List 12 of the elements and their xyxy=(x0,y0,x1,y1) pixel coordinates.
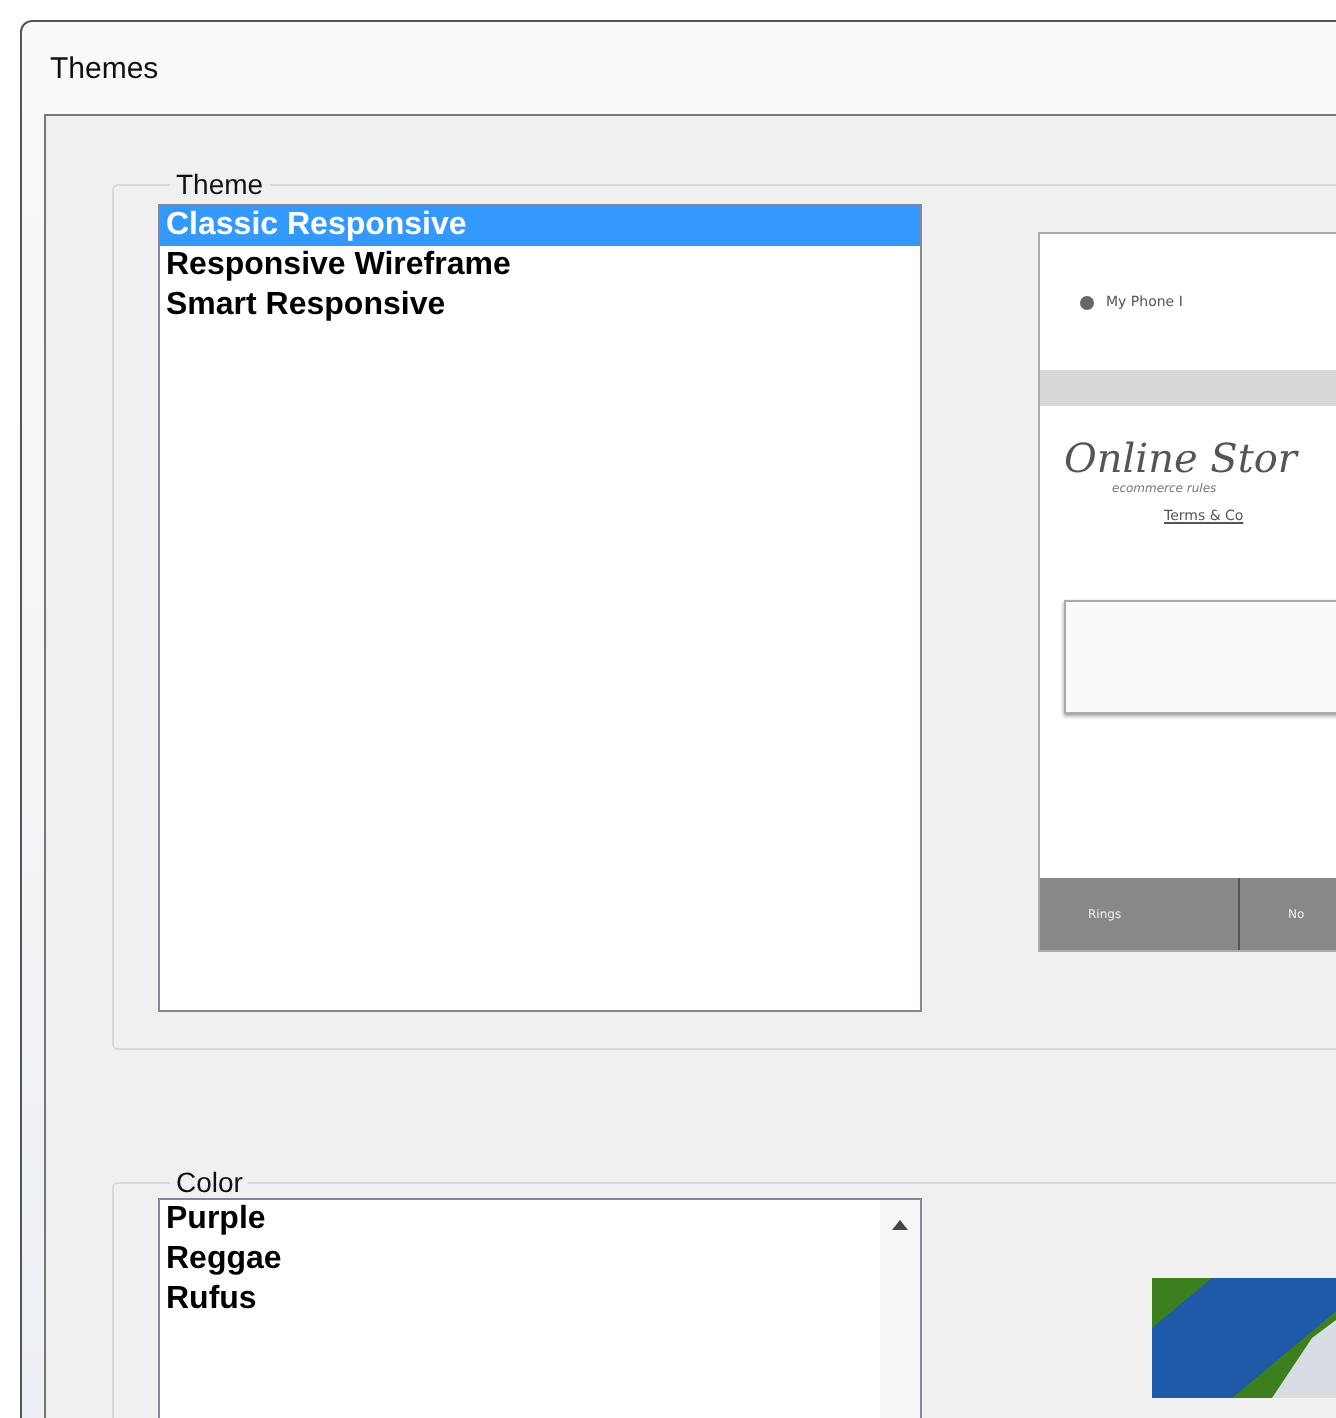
list-item[interactable]: Rufus xyxy=(160,1280,880,1320)
color-list[interactable]: Purple Reggae Rufus xyxy=(158,1198,922,1418)
list-item[interactable]: Purple xyxy=(160,1200,880,1240)
list-item[interactable]: Reggae xyxy=(160,1240,880,1280)
group-label: Theme xyxy=(174,168,266,200)
theme-list[interactable]: Classic Responsive Responsive Wireframe Smart Responsive xyxy=(158,204,922,1012)
list-item[interactable]: Responsive Wireframe xyxy=(160,246,920,286)
window-title: Themes xyxy=(48,50,161,90)
store-logo: Online Stor xyxy=(1064,434,1301,482)
list-item[interactable]: Smart Responsive xyxy=(160,286,920,326)
group-label: Color xyxy=(174,1166,245,1198)
scroll-up-icon[interactable] xyxy=(892,1220,908,1230)
